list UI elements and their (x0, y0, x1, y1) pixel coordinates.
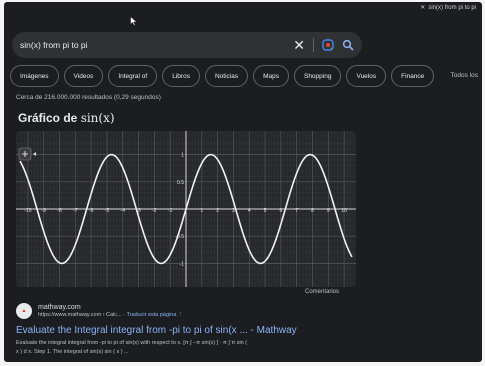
sine-graph-svg[interactable]: -10 -9 -8 -7 -6 -5 -4 -3 -2 -1 1 2 3 4 5 6 7 8 9 1010.5-0.5… (16, 131, 356, 287)
more-options-icon[interactable]: ⋮ (178, 312, 184, 318)
result-site-row[interactable]: ▲ mathway.com https://www.mathway.com › … (16, 303, 346, 319)
x-tick-label: 8 (311, 208, 314, 214)
tab-close-icon[interactable]: ✕ (420, 4, 425, 11)
filter-chip-flights[interactable]: Vuelos (346, 65, 387, 87)
translate-page-link[interactable]: Traducir esta página (126, 312, 176, 318)
y-tick-label: -1 (180, 261, 185, 267)
result-snippet-line-1: Evaluate the integral integral from -pi … (16, 340, 248, 346)
search-box[interactable]: ✕ (12, 32, 362, 58)
x-tick-label: -4 (121, 208, 126, 214)
x-tick-label: -10 (24, 208, 31, 214)
x-tick-label: 4 (248, 208, 251, 214)
filter-chip-finance[interactable]: Finance (391, 65, 435, 87)
filter-chip-maps[interactable]: Maps (253, 65, 289, 87)
results-count: Cerca de 216.000.000 resultados (0,29 se… (16, 94, 161, 101)
y-tick-label: 0.5 (177, 180, 184, 186)
browser-screen: ✕ sin(x) from pi to pi ✕ Imágenes Videos… (4, 2, 482, 362)
x-tick-label: 5 (264, 208, 267, 214)
filter-chip-shopping[interactable]: Shopping (293, 65, 342, 87)
filter-chip-news[interactable]: Noticias (204, 65, 249, 87)
zoom-controls[interactable] (18, 147, 36, 161)
tab-title: sin(x) from pi to pi (428, 4, 476, 11)
x-tick-label: 1 (200, 208, 203, 214)
x-tick-label: 2 (216, 208, 219, 214)
pan-arrow-icon[interactable] (33, 152, 36, 156)
search-input[interactable] (20, 40, 294, 50)
mathway-favicon-icon: ▲ (16, 303, 32, 319)
result-site-name: mathway.com (38, 304, 81, 311)
x-tick-label: -2 (152, 208, 157, 214)
search-filter-chips: Imágenes Videos Integral of Libros Notic… (10, 64, 435, 88)
filter-chip-books[interactable]: Libros (162, 65, 200, 87)
x-tick-label: 10 (341, 208, 347, 214)
all-filters-button[interactable]: Todos los (451, 72, 478, 79)
graph-title: Gráfico de sin(x) (18, 111, 115, 125)
filter-chip-integral-of[interactable]: Integral of (108, 65, 158, 87)
filter-chip-videos[interactable]: Videos (63, 65, 104, 87)
filter-chip-images[interactable]: Imágenes (10, 65, 59, 87)
function-graph[interactable]: -10 -9 -8 -7 -6 -5 -4 -3 -2 -1 1 2 3 4 5 6 7 8 9 10 1 0.5 -0.5… (16, 131, 356, 287)
graph-title-prefix: Gráfico de (18, 111, 81, 125)
x-tick-label: 7 (295, 208, 298, 214)
clear-search-icon[interactable]: ✕ (293, 38, 305, 52)
x-tick-label: -9 (41, 208, 46, 214)
browser-tab[interactable]: ✕ sin(x) from pi to pi (420, 4, 476, 12)
result-snippet-line-2: x ) d x. Step 1. The integral of sin(x) … (16, 348, 129, 355)
graph-title-function: sin(x) (80, 111, 115, 125)
x-tick-label: -6 (89, 208, 94, 214)
x-tick-label: 9 (327, 208, 330, 214)
result-snippet: Evaluate the integral integral from -pi … (16, 339, 346, 356)
y-tick-label: 1 (181, 153, 184, 159)
result-url-text: https://www.mathway.com › Calc... · (38, 312, 126, 318)
x-tick-label: -5 (105, 208, 110, 214)
result-title-link[interactable]: Evaluate the Integral integral from -pi … (16, 325, 346, 336)
x-tick-label: 3 (232, 208, 235, 214)
mouse-cursor-icon (130, 16, 138, 26)
result-url: https://www.mathway.com › Calc... · Trad… (38, 312, 183, 318)
x-tick-label: 6 (279, 208, 282, 214)
search-icon[interactable] (342, 39, 354, 51)
search-divider (313, 38, 314, 52)
x-tick-label: -1 (168, 208, 173, 214)
search-result: ▲ mathway.com https://www.mathway.com › … (16, 303, 346, 356)
comments-link[interactable]: Comentarios (305, 289, 339, 295)
google-lens-icon[interactable] (322, 39, 334, 51)
x-tick-label: -7 (73, 208, 78, 214)
x-tick-label: -8 (57, 208, 62, 214)
